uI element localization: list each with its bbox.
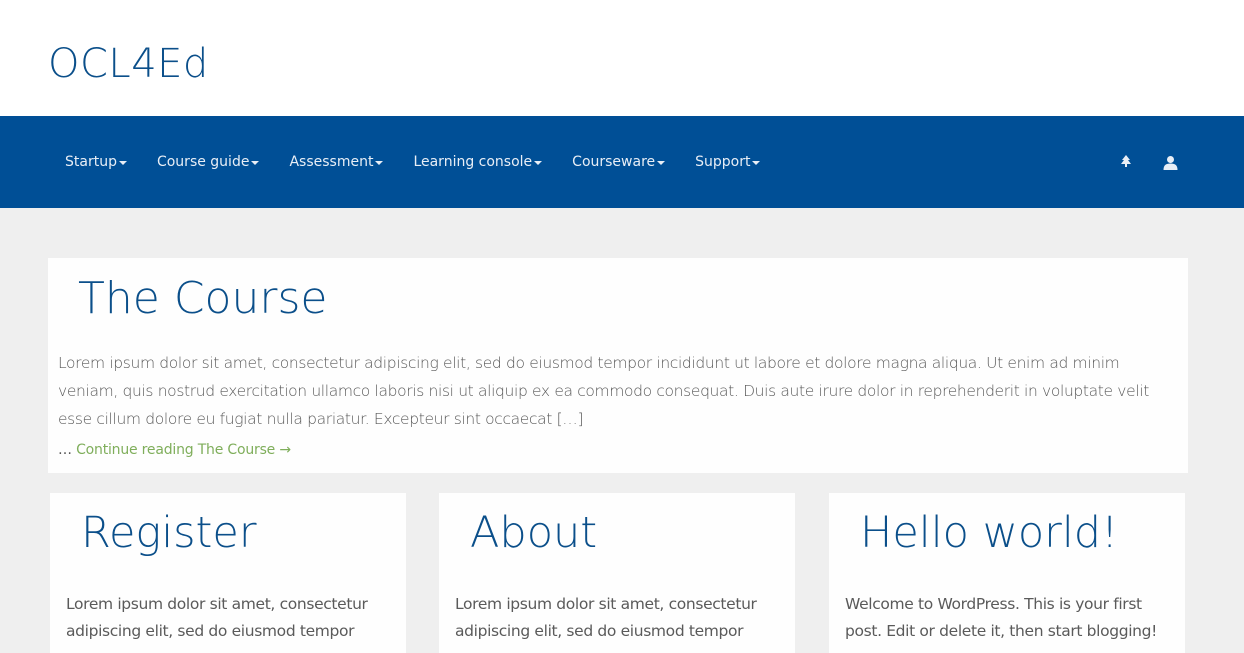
site-header: OCL4Ed [0, 0, 1244, 116]
card-register: Register Lorem ipsum dolor sit amet, con… [50, 493, 406, 653]
nav-item-course-guide[interactable]: Course guide [142, 116, 274, 208]
nav-icons [1118, 116, 1178, 208]
site-title[interactable]: OCL4Ed [48, 40, 209, 88]
caret-down-icon [657, 161, 666, 165]
post-title[interactable]: The Course [78, 274, 327, 324]
nav-item-label: Course guide [156, 154, 250, 170]
nav-item-courseware[interactable]: Courseware [557, 116, 680, 208]
nav-item-support[interactable]: Support [680, 116, 775, 208]
continue-reading-link[interactable]: Continue reading The Course → [76, 442, 291, 458]
card-title[interactable]: About [470, 508, 597, 558]
nav-item-label: Startup [65, 154, 117, 170]
card-hello-world: Hello world! Welcome to WordPress. This … [829, 493, 1185, 653]
card-excerpt: Lorem ipsum dolor sit amet, consectetur … [66, 595, 368, 640]
card-title[interactable]: Register [81, 508, 257, 558]
caret-down-icon [375, 161, 384, 165]
card-title[interactable]: Hello world! [860, 508, 1118, 558]
read-more-line: … Continue reading The Course → [58, 442, 291, 458]
post-excerpt: Lorem ipsum dolor sit amet, consectetur … [58, 354, 1149, 428]
post-the-course: The Course Lorem ipsum dolor sit amet, c… [48, 258, 1188, 473]
card-excerpt: Lorem ipsum dolor sit amet, consectetur … [455, 595, 757, 640]
caret-down-icon [251, 161, 260, 165]
nav-item-label: Courseware [572, 154, 656, 170]
nav-item-assessment[interactable]: Assessment [274, 116, 398, 208]
nav-item-startup[interactable]: Startup [50, 116, 142, 208]
nav-item-learning-console[interactable]: Learning console [398, 116, 557, 208]
user-icon[interactable] [1162, 154, 1178, 170]
ellipsis-text: … [58, 442, 72, 458]
caret-down-icon [118, 161, 127, 165]
caret-down-icon [534, 161, 543, 165]
caret-down-icon [752, 161, 761, 165]
nav-menu: Startup Course guide Assessment Learning… [50, 116, 775, 208]
nav-item-label: Assessment [289, 154, 374, 170]
card-excerpt: Welcome to WordPress. This is your first… [845, 595, 1158, 640]
nav-item-label: Support [695, 154, 751, 170]
tree-icon[interactable] [1118, 154, 1134, 170]
main-navbar: Startup Course guide Assessment Learning… [0, 116, 1244, 208]
card-about: About Lorem ipsum dolor sit amet, consec… [439, 493, 795, 653]
nav-item-label: Learning console [413, 154, 533, 170]
